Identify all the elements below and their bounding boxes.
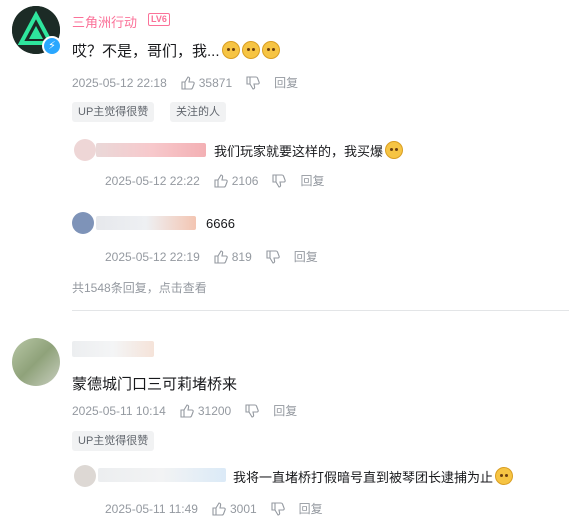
emoji-icon — [241, 41, 260, 59]
reply-button[interactable]: 回复 — [274, 74, 298, 91]
comment-meta: 2025-05-12 22:18 35871 回复 — [72, 74, 298, 91]
emoji-icon — [385, 141, 404, 159]
comment-meta: 2025-05-11 10:14 31200 回复 — [72, 402, 297, 419]
reply-meta: 2025-05-12 22:19 819 回复 — [105, 248, 318, 265]
like-button[interactable]: 31200 — [180, 404, 231, 418]
dislike-button[interactable] — [266, 249, 280, 264]
dislike-button[interactable] — [246, 75, 260, 90]
reply-text: 我们玩家就要这样的，我买爆 — [214, 141, 404, 160]
thumb-down-icon — [245, 403, 259, 418]
dislike-button[interactable] — [245, 403, 259, 418]
reply-username-blurred[interactable] — [98, 468, 226, 482]
like-count: 2106 — [231, 173, 259, 188]
timestamp: 2025-05-11 11:49 — [105, 501, 198, 516]
thumb-down-icon — [272, 173, 287, 188]
like-count: 35871 — [198, 75, 233, 90]
reply-meta: 2025-05-12 22:22 2106 回复 — [105, 172, 324, 189]
reply-meta: 2025-05-11 11:49 3001 回复 — [105, 500, 323, 517]
reply-username-blurred[interactable] — [96, 216, 196, 230]
timestamp: 2025-05-12 22:19 — [105, 249, 200, 264]
timestamp: 2025-05-12 22:18 — [72, 75, 167, 90]
emoji-icon — [261, 41, 280, 59]
reply-button[interactable]: 回复 — [300, 172, 324, 189]
up-liked-tag: UP主觉得很赞 — [72, 431, 155, 451]
user-avatar-blurred[interactable] — [12, 338, 60, 386]
followed-tag: 关注的人 — [170, 102, 226, 122]
like-count: 31200 — [197, 403, 232, 418]
like-button[interactable]: 2106 — [214, 173, 259, 188]
emoji-icon — [221, 41, 240, 59]
timestamp: 2025-05-12 22:22 — [105, 173, 200, 188]
comment-text: 蒙德城门口三可莉堵桥来 — [72, 376, 238, 393]
username[interactable]: 三角洲行动 — [72, 12, 137, 31]
reply-avatar[interactable] — [74, 465, 96, 487]
like-count: 819 — [231, 249, 252, 264]
like-count: 3001 — [229, 501, 257, 516]
reply-text: 6666 — [206, 216, 235, 231]
dislike-button[interactable] — [272, 173, 287, 188]
reply-avatar[interactable] — [72, 212, 94, 234]
emoji-icon — [495, 467, 514, 485]
reply-button[interactable]: 回复 — [299, 500, 323, 517]
level-badge: LV6 — [148, 13, 170, 26]
thumb-up-icon — [214, 249, 228, 264]
username-blurred[interactable] — [72, 341, 154, 357]
reply-button[interactable]: 回复 — [273, 402, 297, 419]
reply-text-body: 我将一直堵桥打假暗号直到被琴团长逮捕为止 — [233, 470, 494, 485]
view-more-replies[interactable]: 共1548条回复，点击查看 — [72, 279, 207, 296]
like-button[interactable]: 35871 — [181, 76, 232, 90]
reply-avatar[interactable] — [74, 139, 96, 161]
dislike-button[interactable] — [271, 501, 285, 516]
thumb-up-icon — [181, 75, 195, 90]
like-button[interactable]: 819 — [214, 250, 252, 264]
reply-text: 我将一直堵桥打假暗号直到被琴团长逮捕为止 — [233, 467, 514, 486]
reply-text-body: 我们玩家就要这样的，我买爆 — [214, 144, 384, 159]
comment-divider — [72, 310, 569, 311]
bolt-badge-icon: ⚡ — [42, 36, 62, 56]
up-liked-tag: UP主觉得很赞 — [72, 102, 155, 122]
thumb-down-icon — [246, 75, 260, 90]
thumb-down-icon — [271, 501, 285, 516]
timestamp: 2025-05-11 10:14 — [72, 403, 166, 418]
reply-button[interactable]: 回复 — [294, 248, 318, 265]
thumb-up-icon — [212, 501, 226, 516]
reply-username-blurred[interactable] — [96, 143, 206, 157]
thumb-up-icon — [214, 173, 228, 188]
comment-text: 哎？不是，哥们，我... — [72, 40, 280, 61]
like-button[interactable]: 3001 — [212, 502, 257, 516]
thumb-up-icon — [180, 403, 194, 418]
thumb-down-icon — [266, 249, 280, 264]
comment-text-body: 哎？不是，哥们，我... — [72, 43, 220, 60]
